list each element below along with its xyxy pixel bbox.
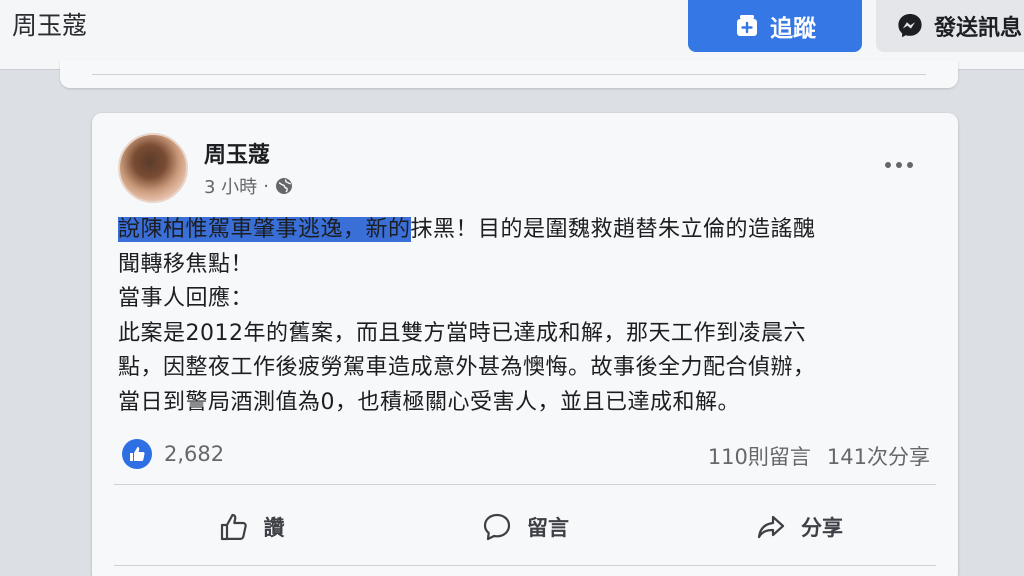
post-author[interactable]: 周玉蔻 bbox=[204, 137, 270, 169]
post-actions: 讚 留言 分享 bbox=[114, 505, 936, 549]
post-line-4: 此案是2012年的舊案，而且雙方當時已達成和解，那天工作到凌晨六 bbox=[118, 320, 806, 346]
reaction-summary[interactable]: 2,682 bbox=[122, 439, 224, 469]
post-meta: 3 小時 · bbox=[204, 173, 293, 199]
post-line-6: 當日到警局酒測值為0，也積極關心受害人，並且已達成和解。 bbox=[118, 389, 740, 415]
like-reaction-icon bbox=[122, 439, 152, 469]
messenger-icon bbox=[898, 14, 922, 38]
share-button[interactable]: 分享 bbox=[662, 505, 936, 549]
meta-separator: · bbox=[263, 175, 269, 197]
engagement-counts: 110則留言 141次分享 bbox=[708, 441, 930, 471]
post-time[interactable]: 3 小時 bbox=[204, 173, 257, 199]
follow-button[interactable]: 追蹤 bbox=[688, 0, 862, 52]
post-card: 周玉蔻 3 小時 · 說陳柏惟駕車肇事逃逸，新的抹黑！目的是圍魏救趙替朱立倫的造… bbox=[92, 113, 958, 576]
comment-count[interactable]: 110則留言 bbox=[708, 441, 811, 471]
post-line-5: 點，因整夜工作後疲勞駕車造成意外甚為懊悔。故事後全力配合偵辦， bbox=[118, 355, 816, 380]
share-label: 分享 bbox=[801, 516, 843, 540]
share-count[interactable]: 141次分享 bbox=[827, 441, 930, 471]
follow-label: 追蹤 bbox=[770, 16, 816, 42]
post-body: 說陳柏惟駕車肇事逃逸，新的抹黑！目的是圍魏救趙替朱立倫的造謠醜 聞轉移焦點！ 當… bbox=[118, 213, 938, 420]
send-message-label: 發送訊息 bbox=[934, 16, 1023, 41]
post-line-2: 聞轉移焦點！ bbox=[118, 251, 254, 277]
divider bbox=[114, 565, 936, 566]
share-icon bbox=[757, 515, 785, 539]
avatar[interactable] bbox=[118, 133, 188, 203]
comment-label: 留言 bbox=[527, 516, 569, 540]
post-line-3: 當事人回應： bbox=[118, 286, 254, 311]
globe-icon bbox=[275, 178, 292, 194]
post-line-1-rest: 抹黑！目的是圍魏救趙替朱立倫的造謠醜 bbox=[410, 217, 816, 242]
divider bbox=[92, 74, 926, 75]
like-button[interactable]: 讚 bbox=[114, 505, 388, 549]
selected-text: 說陳柏惟駕車肇事逃逸，新的 bbox=[118, 217, 411, 242]
divider bbox=[114, 484, 936, 485]
comment-icon bbox=[483, 513, 511, 541]
thumbs-up-icon bbox=[220, 513, 247, 541]
page-title: 周玉蔻 bbox=[12, 11, 88, 40]
send-message-button[interactable]: 發送訊息 bbox=[876, 0, 1024, 52]
more-icon bbox=[885, 162, 913, 168]
follow-icon bbox=[737, 15, 757, 36]
like-count: 2,682 bbox=[164, 442, 225, 466]
post-line-1: 說陳柏惟駕車肇事逃逸，新的抹黑！目的是圍魏救趙替朱立倫的造謠醜 bbox=[118, 213, 938, 248]
like-label: 讚 bbox=[263, 516, 285, 540]
more-options-button[interactable] bbox=[882, 151, 916, 179]
comment-button[interactable]: 留言 bbox=[388, 505, 662, 549]
previous-post-card bbox=[60, 60, 958, 88]
